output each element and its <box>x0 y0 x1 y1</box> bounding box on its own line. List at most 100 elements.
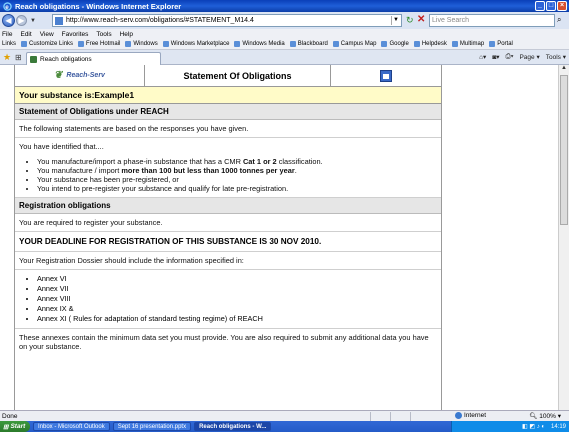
calendar-icon[interactable] <box>380 69 392 82</box>
command-bar: ⌂▾ ◙▾ ⎙▾ Page ▾ Tools ▾ <box>479 53 566 61</box>
link-icon <box>125 41 132 47</box>
status-divider <box>390 412 391 421</box>
annex-item: Annex IX & <box>37 304 437 313</box>
clock: 14:19 <box>550 423 566 430</box>
menu-edit[interactable]: Edit <box>20 31 31 38</box>
refresh-icon[interactable]: ↻ <box>406 15 414 26</box>
search-input[interactable]: Live Search <box>429 14 555 27</box>
close-button[interactable]: × <box>557 1 567 11</box>
link-icon <box>381 41 388 47</box>
criteria-item: You manufacture/import a phase-in substa… <box>37 157 437 166</box>
link-icon <box>21 41 28 47</box>
menu-favorites[interactable]: Favorites <box>62 31 89 38</box>
link-blackboard[interactable]: Blackboard <box>289 41 328 47</box>
magnifier-icon: 🔍︎ <box>529 413 538 420</box>
page-menu[interactable]: Page ▾ <box>519 53 539 61</box>
start-button[interactable]: ⊞ Start <box>0 421 30 432</box>
taskbar-item-presentation[interactable]: Sept 16 presentation.pptx <box>112 422 192 431</box>
section-heading-statement: Statement of Obligations under REACH <box>15 104 441 120</box>
menu-file[interactable]: File <box>2 31 12 38</box>
menu-tools[interactable]: Tools <box>96 31 111 38</box>
site-icon <box>30 55 37 63</box>
vertical-scrollbar[interactable]: ▲ <box>558 65 569 410</box>
intro-text: The following statements are based on th… <box>15 120 441 138</box>
substance-banner: Your substance is:Example1 <box>15 87 441 104</box>
link-helpdesk[interactable]: Helpdesk <box>413 41 447 47</box>
required-text: You are required to register your substa… <box>15 214 441 232</box>
stop-icon[interactable]: ✕ <box>417 14 425 25</box>
address-dropdown-icon[interactable]: ▼ <box>391 16 400 25</box>
forward-button[interactable]: ▶ <box>16 15 27 26</box>
link-hotmail[interactable]: Free Hotmail <box>78 41 120 47</box>
link-google[interactable]: Google <box>381 41 409 47</box>
blank-margin <box>442 65 558 410</box>
minimize-button[interactable]: _ <box>535 1 545 11</box>
page-title: Statement Of Obligations <box>145 65 331 86</box>
link-icon <box>451 41 458 47</box>
link-marketplace[interactable]: Windows Marketplace <box>162 41 229 47</box>
links-label: Links <box>2 41 17 47</box>
link-portal[interactable]: Portal <box>489 41 513 47</box>
menu-bar: File Edit View Favorites Tools Help <box>0 29 569 39</box>
link-icon <box>332 41 339 47</box>
address-input[interactable]: http://www.reach-serv.com/obligations/#S… <box>52 14 402 27</box>
link-icon <box>489 41 496 47</box>
tab-reach-obligations[interactable]: Reach obligations <box>26 52 161 65</box>
link-icon <box>162 41 169 47</box>
annex-item: Annex VII <box>37 284 437 293</box>
status-divider <box>370 412 371 421</box>
home-icon[interactable]: ⌂▾ <box>479 53 486 61</box>
status-bar: Done Internet 🔍︎ 100% ▾ <box>0 410 569 421</box>
reach-serv-logo[interactable]: ❦ Reach-Serv <box>15 65 145 86</box>
tools-menu[interactable]: Tools ▾ <box>546 53 566 61</box>
security-zone[interactable]: Internet <box>455 412 486 419</box>
window-title: Reach obligations - Windows Internet Exp… <box>15 1 182 11</box>
criteria-item: You manufacture / import more than 100 b… <box>37 166 437 175</box>
scroll-thumb[interactable] <box>560 75 568 225</box>
annex-item: Annex VIII <box>37 294 437 303</box>
globe-icon <box>455 412 462 419</box>
history-dropdown-icon[interactable]: ▼ <box>30 18 36 24</box>
dossier-text: Your Registration Dossier should include… <box>15 252 441 270</box>
window-title-bar: e Reach obligations - Windows Internet E… <box>0 0 569 12</box>
zoom-level[interactable]: 🔍︎ 100% ▾ <box>529 412 561 420</box>
search-icon[interactable]: ⌕ <box>557 15 561 25</box>
section-heading-registration: Registration obligations <box>15 198 441 214</box>
annex-item: Annex VI <box>37 274 437 283</box>
tray-icons[interactable]: ◧ ◩ ♪ ◐ <box>522 423 545 430</box>
tab-bar: ★ ⊞ Reach obligations ⌂▾ ◙▾ ⎙▾ Page ▾ To… <box>0 50 569 65</box>
link-media[interactable]: Windows Media <box>234 41 285 47</box>
calendar-cell <box>331 65 441 86</box>
address-toolbar: ◀ ▶ ▼ http://www.reach-serv.com/obligati… <box>0 12 569 29</box>
ie-logo-icon: e <box>3 1 12 11</box>
link-icon <box>234 41 241 47</box>
quick-tabs-icon[interactable]: ⊞ <box>15 53 22 62</box>
status-divider <box>410 412 411 421</box>
windows-flag-icon: ⊞ <box>3 423 9 431</box>
scroll-up-icon[interactable]: ▲ <box>559 65 569 75</box>
system-tray: ◧ ◩ ♪ ◐ 14:19 <box>451 421 569 432</box>
windows-taskbar: ⊞ Start Inbox - Microsoft Outlook Sept 16… <box>0 421 569 432</box>
feeds-icon[interactable]: ◙▾ <box>492 53 499 61</box>
maximize-button[interactable]: □ <box>546 1 556 11</box>
document-header: ❦ Reach-Serv Statement Of Obligations <box>15 65 441 87</box>
link-campus-map[interactable]: Campus Map <box>332 41 376 47</box>
status-text: Done <box>2 412 18 420</box>
menu-view[interactable]: View <box>40 31 54 38</box>
link-windows[interactable]: Windows <box>125 41 158 47</box>
identified-text: You have identified that.... You manufac… <box>15 138 441 198</box>
address-url: http://www.reach-serv.com/obligations/#S… <box>66 17 254 24</box>
back-button[interactable]: ◀ <box>2 14 15 27</box>
link-multimap[interactable]: Multimap <box>451 41 484 47</box>
favorites-star-icon[interactable]: ★ <box>3 52 11 63</box>
taskbar-item-ie[interactable]: Reach obligations - W... <box>194 422 272 431</box>
svg-text:e: e <box>5 3 9 10</box>
link-icon <box>78 41 85 47</box>
taskbar-item-outlook[interactable]: Inbox - Microsoft Outlook <box>33 422 110 431</box>
leaf-logo-icon: ❦ <box>54 70 63 81</box>
menu-help[interactable]: Help <box>120 31 133 38</box>
link-customize[interactable]: Customize Links <box>21 41 73 47</box>
obligations-document: ❦ Reach-Serv Statement Of Obligations Yo… <box>14 65 442 410</box>
print-icon[interactable]: ⎙▾ <box>506 53 514 61</box>
links-bar: Links Customize Links Free Hotmail Windo… <box>0 39 569 50</box>
